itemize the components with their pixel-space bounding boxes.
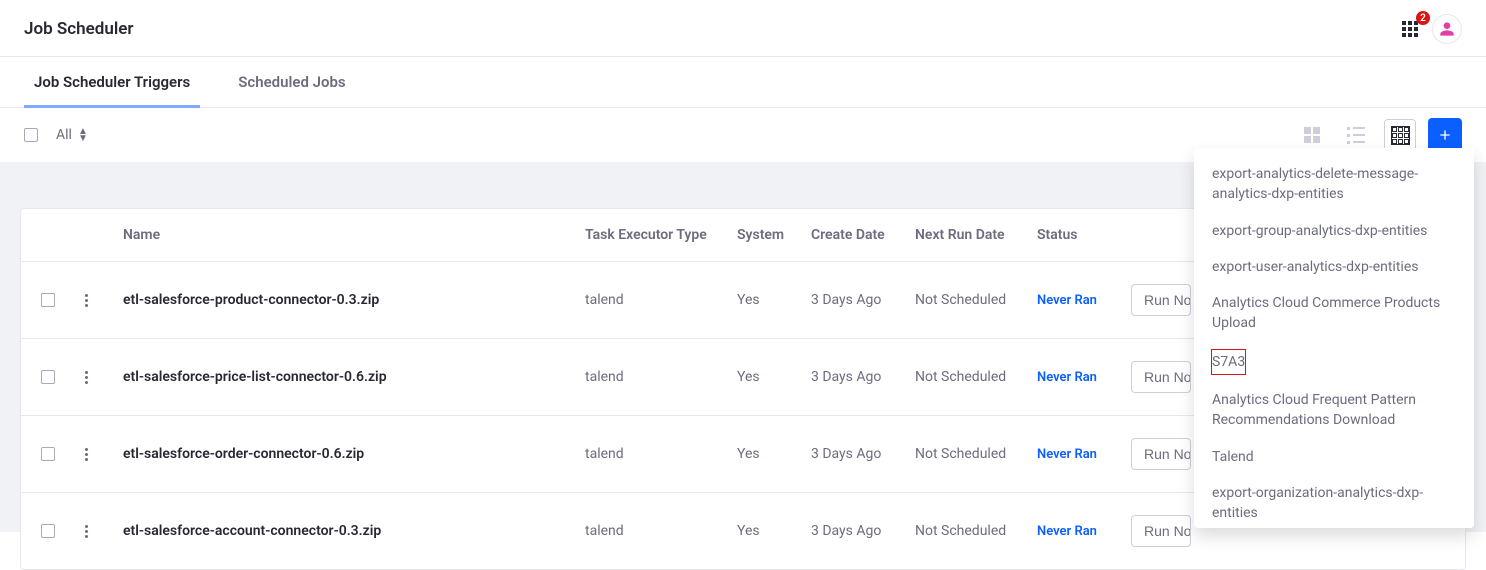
row-next-run: Not Scheduled [915,523,1037,539]
row-status: Never Ran [1037,524,1131,539]
add-dropdown-menu: export-analytics-delete-message-analytic… [1194,148,1474,528]
toolbar-right [1296,118,1462,152]
header-actions: 2 [1398,14,1462,44]
toolbar-left: All ▲▼ [24,127,88,143]
row-type: talend [585,446,737,462]
select-all-checkbox[interactable] [24,128,38,142]
apps-grid-icon [1402,21,1418,37]
row-create-date: 3 Days Ago [811,523,915,539]
apps-button[interactable]: 2 [1398,17,1422,41]
view-table-button[interactable] [1384,119,1416,151]
row-create-date: 3 Days Ago [811,369,915,385]
dropdown-item[interactable]: Talend [1194,439,1474,475]
page-header: Job Scheduler 2 [0,0,1486,57]
user-avatar[interactable] [1432,14,1462,44]
view-list-button[interactable] [1340,119,1372,151]
row-checkbox[interactable] [41,524,55,538]
row-system: Yes [737,292,811,308]
dropdown-item[interactable]: export-user-analytics-dxp-entities [1194,249,1474,285]
row-status: Never Ran [1037,370,1131,385]
tab-scheduled-jobs[interactable]: Scheduled Jobs [228,57,355,107]
col-type[interactable]: Task Executor Type [585,227,737,243]
col-system[interactable]: System [737,227,811,243]
row-create-date: 3 Days Ago [811,446,915,462]
run-now-button[interactable]: Run Now [1131,438,1191,470]
dropdown-item[interactable]: export-group-analytics-dxp-entities [1194,213,1474,249]
dropdown-item[interactable]: Analytics Cloud Frequent Pattern Recomme… [1194,382,1474,439]
dropdown-scroll[interactable]: export-analytics-delete-message-analytic… [1194,156,1474,520]
col-create[interactable]: Create Date [811,227,915,243]
plus-icon [1437,127,1453,143]
row-name: etl-salesforce-order-connector-0.6.zip [123,446,585,462]
table-icon [1391,126,1410,145]
row-name: etl-salesforce-price-list-connector-0.6.… [123,369,585,385]
row-type: talend [585,523,737,539]
row-system: Yes [737,446,811,462]
user-icon [1439,21,1455,37]
row-name: etl-salesforce-product-connector-0.3.zip [123,292,585,308]
col-name[interactable]: Name [123,227,585,243]
tabs: Job Scheduler Triggers Scheduled Jobs [0,57,1486,108]
row-next-run: Not Scheduled [915,446,1037,462]
row-checkbox[interactable] [41,447,55,461]
run-now-button[interactable]: Run Now [1131,284,1191,316]
row-name: etl-salesforce-account-connector-0.3.zip [123,523,585,539]
row-create-date: 3 Days Ago [811,292,915,308]
row-status: Never Ran [1037,293,1131,308]
row-actions-button[interactable] [77,368,95,386]
row-actions-button[interactable] [77,522,95,540]
dropdown-item[interactable]: export-analytics-delete-message-analytic… [1194,156,1474,213]
row-checkbox[interactable] [41,370,55,384]
page-title: Job Scheduler [24,19,134,39]
run-now-button[interactable]: Run Now [1131,515,1191,547]
notification-badge: 2 [1416,11,1430,25]
row-system: Yes [737,369,811,385]
cards-icon [1304,127,1320,143]
run-now-button[interactable]: Run Now [1131,361,1191,393]
tab-job-scheduler-triggers[interactable]: Job Scheduler Triggers [24,57,200,108]
view-cards-button[interactable] [1296,119,1328,151]
dropdown-item[interactable]: export-organization-analytics-dxp-entiti… [1194,475,1474,520]
col-status[interactable]: Status [1037,227,1131,243]
row-system: Yes [737,523,811,539]
filter-label: All [56,127,72,143]
row-type: talend [585,369,737,385]
col-next[interactable]: Next Run Date [915,227,1037,243]
filter-dropdown[interactable]: All ▲▼ [56,127,88,143]
dropdown-item[interactable]: Analytics Cloud Commerce Products Upload [1194,285,1474,342]
row-actions-button[interactable] [77,291,95,309]
dropdown-item[interactable]: S7A3 [1208,346,1249,378]
row-actions-button[interactable] [77,445,95,463]
row-type: talend [585,292,737,308]
row-checkbox[interactable] [41,293,55,307]
list-icon [1347,127,1365,144]
row-next-run: Not Scheduled [915,292,1037,308]
row-next-run: Not Scheduled [915,369,1037,385]
add-button[interactable] [1428,118,1462,152]
sort-caret-icon: ▲▼ [78,128,88,142]
row-status: Never Ran [1037,447,1131,462]
